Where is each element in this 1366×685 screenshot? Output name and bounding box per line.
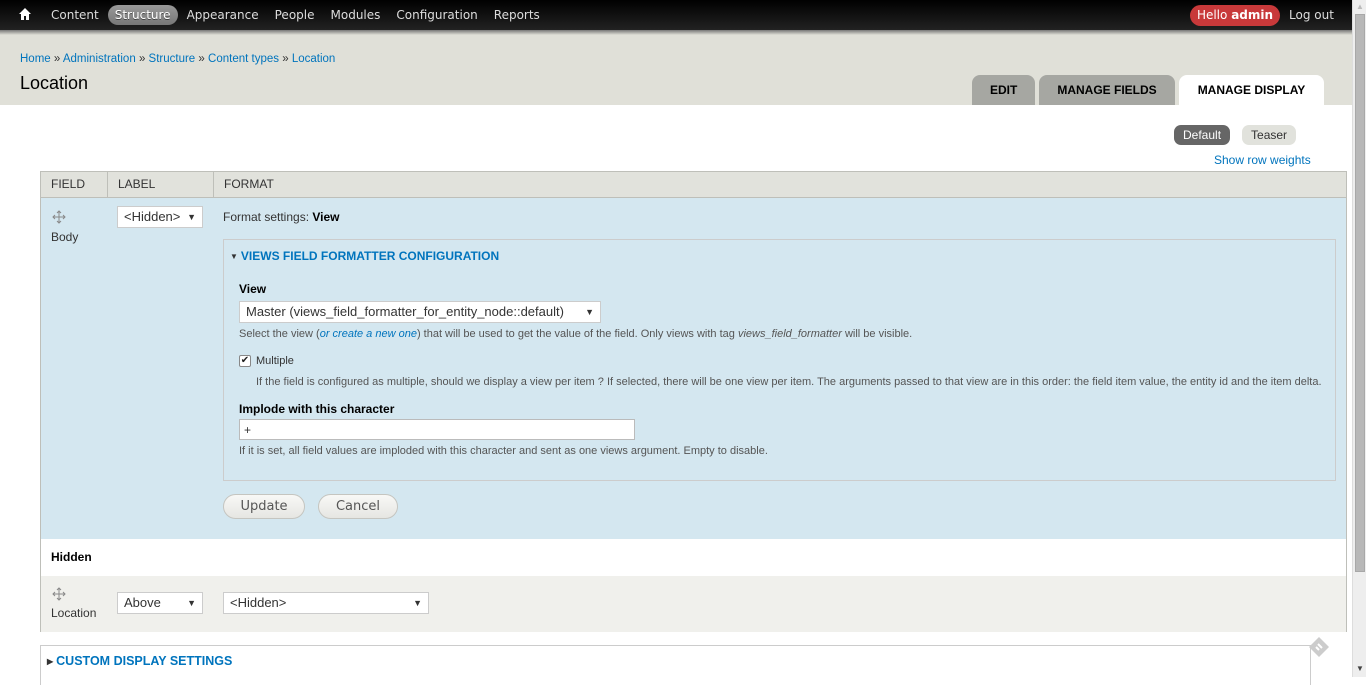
implode-description: If it is set, all field values are implo…	[239, 445, 768, 457]
breadcrumb-location[interactable]: Location	[292, 53, 335, 65]
menu-modules[interactable]: Modules	[324, 5, 388, 25]
select-value: Above	[124, 595, 161, 610]
fieldset-legend-text: VIEWS FIELD FORMATTER CONFIGURATION	[240, 249, 500, 263]
page-header: Home » Administration » Structure » Cont…	[0, 35, 1352, 106]
field-name-location: Location	[51, 606, 97, 620]
desc-text: Select the view (	[239, 328, 320, 340]
format-settings-title: Format settings: View	[223, 210, 340, 224]
select-value: <Hidden>	[124, 209, 181, 224]
field-display-table: FIELD LABEL FORMAT Body <Hidden> ▼ Forma…	[40, 171, 1347, 632]
view-description: Select the view (or create a new one) th…	[239, 328, 912, 340]
desc-text: ) that will be used to get the value of …	[416, 328, 738, 340]
custom-display-settings-text: CUSTOM DISPLAY SETTINGS	[56, 654, 233, 668]
scroll-down-icon[interactable]: ▼	[1356, 664, 1364, 673]
user-greeting[interactable]: Hello admin	[1190, 5, 1280, 26]
breadcrumb-separator: »	[53, 53, 61, 65]
menu-content[interactable]: Content	[44, 5, 106, 25]
implode-label: Implode with this character	[239, 402, 395, 416]
collapse-triangle-icon: ▼	[230, 252, 238, 261]
chevron-down-icon: ▼	[413, 598, 422, 608]
breadcrumb-content-types[interactable]: Content types	[208, 53, 279, 65]
create-view-link[interactable]: or create a new one	[320, 328, 417, 340]
scroll-up-icon[interactable]: ▲	[1356, 2, 1364, 11]
breadcrumb-separator: »	[198, 53, 205, 65]
expand-triangle-icon: ▶	[47, 657, 54, 666]
menu-configuration[interactable]: Configuration	[389, 5, 484, 25]
header-format: FORMAT	[224, 177, 274, 191]
implode-input[interactable]	[239, 419, 635, 440]
views-formatter-fieldset: ▼ VIEWS FIELD FORMATTER CONFIGURATION Vie…	[223, 239, 1336, 481]
field-name-body: Body	[51, 230, 79, 244]
menu-structure[interactable]: Structure	[107, 5, 178, 25]
menu-reports[interactable]: Reports	[487, 5, 547, 25]
tab-manage-display[interactable]: MANAGE DISPLAY	[1178, 75, 1325, 106]
menu-people[interactable]: People	[268, 5, 322, 25]
tab-teaser[interactable]: Teaser	[1242, 125, 1297, 145]
breadcrumb-structure[interactable]: Structure	[149, 53, 196, 65]
cancel-button[interactable]: Cancel	[318, 494, 398, 519]
page-title: Location	[20, 73, 89, 93]
multiple-checkbox[interactable]: ✔	[239, 355, 251, 367]
header-label: LABEL	[108, 172, 214, 197]
tab-default[interactable]: Default	[1174, 125, 1231, 145]
table-header: FIELD LABEL FORMAT	[41, 172, 1346, 198]
home-icon[interactable]	[18, 7, 32, 21]
breadcrumb-administration[interactable]: Administration	[63, 53, 136, 65]
secondary-tabs: Default Teaser	[1174, 125, 1297, 145]
primary-tabs: EDIT MANAGE FIELDS MANAGE DISPLAY	[972, 75, 1325, 106]
breadcrumb-separator: »	[282, 53, 289, 65]
greeting-prefix: Hello	[1196, 8, 1228, 22]
drag-handle-icon[interactable]	[52, 587, 66, 601]
update-button[interactable]: Update	[223, 494, 305, 519]
region-hidden-title: Hidden	[41, 539, 1346, 576]
desc-tag: views_field_formatter	[737, 328, 842, 340]
tab-manage-fields[interactable]: MANAGE FIELDS	[1039, 75, 1175, 105]
table-row: Location Above ▼ <Hidden> ▼	[41, 576, 1346, 632]
multiple-label[interactable]: Multiple	[256, 355, 294, 367]
custom-display-settings-legend[interactable]: ▶ CUSTOM DISPLAY SETTINGS	[47, 654, 232, 668]
select-value: <Hidden>	[230, 595, 287, 610]
toolbar-menu: Content Structure Appearance People Modu…	[44, 5, 549, 25]
custom-display-settings-fieldset: ▶ CUSTOM DISPLAY SETTINGS	[40, 645, 1311, 685]
label-select-body[interactable]: <Hidden> ▼	[117, 206, 203, 228]
breadcrumb-separator: »	[138, 53, 146, 65]
username: admin	[1231, 8, 1274, 22]
tab-edit[interactable]: EDIT	[972, 75, 1036, 105]
chevron-down-icon: ▼	[585, 307, 594, 317]
admin-toolbar: Content Structure Appearance People Modu…	[0, 0, 1352, 30]
menu-appearance[interactable]: Appearance	[180, 5, 266, 25]
table-row: Body <Hidden> ▼ Format settings: View ▼ V…	[41, 198, 1346, 539]
chevron-down-icon: ▼	[187, 212, 196, 222]
format-settings-value: View	[312, 210, 340, 224]
view-select[interactable]: Master (views_field_formatter_for_entity…	[239, 301, 601, 323]
format-select-location[interactable]: <Hidden> ▼	[223, 592, 429, 614]
show-row-weights-link[interactable]: Show row weights	[1214, 153, 1311, 167]
header-field: FIELD	[41, 172, 108, 197]
multiple-description: If the field is configured as multiple, …	[256, 376, 1322, 388]
vertical-scrollbar[interactable]: ▲ ▼	[1352, 0, 1366, 677]
chevron-down-icon: ▼	[187, 598, 196, 608]
view-label: View	[239, 282, 267, 296]
breadcrumb-home[interactable]: Home	[20, 53, 51, 65]
breadcrumb: Home » Administration » Structure » Cont…	[20, 53, 335, 65]
drag-handle-icon[interactable]	[52, 210, 66, 224]
format-settings-prefix: Format settings:	[223, 210, 310, 224]
label-select-location[interactable]: Above ▼	[117, 592, 203, 614]
fieldset-legend[interactable]: ▼ VIEWS FIELD FORMATTER CONFIGURATION	[230, 249, 499, 263]
select-value: Master (views_field_formatter_for_entity…	[246, 304, 564, 319]
desc-text: will be visible.	[841, 328, 913, 340]
feedback-tag-icon[interactable]	[1308, 636, 1330, 658]
scrollbar-thumb[interactable]	[1355, 14, 1365, 572]
logout-link[interactable]: Log out	[1289, 8, 1334, 22]
